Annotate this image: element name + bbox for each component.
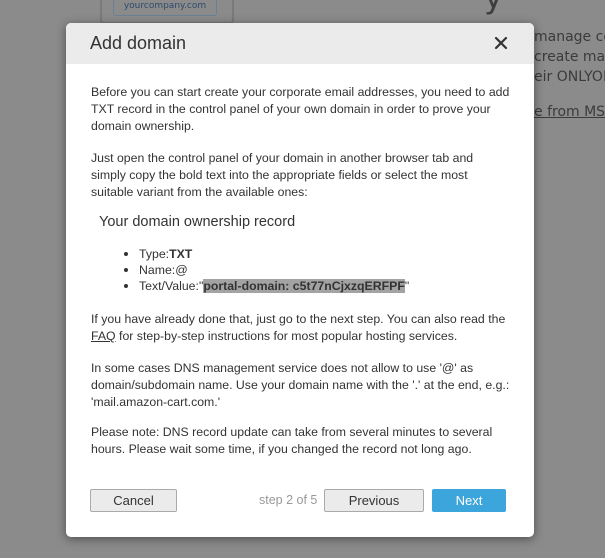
record-list: Type:TXT Name:@ Text/Value: "portal-domai…	[91, 246, 409, 294]
instructions-text: Just open the control panel of your doma…	[91, 151, 474, 199]
record-type-value: TXT	[169, 247, 193, 261]
record-value-item: Text/Value: "portal-domain: c5t77nCjxzqER…	[91, 278, 409, 294]
dialog-title: Add domain	[90, 33, 187, 53]
add-domain-dialog: Add domain Before you can start create y…	[66, 23, 534, 537]
background-text-line: manage cor	[534, 29, 605, 45]
previous-button[interactable]: Previous	[324, 489, 424, 512]
next-step-after: for step-by-step instructions for most p…	[115, 329, 458, 343]
record-type-item: Type:TXT	[91, 246, 409, 262]
record-name-item: Name:@	[91, 262, 409, 278]
close-icon[interactable]	[492, 34, 510, 52]
background-text-line: create ma	[534, 49, 605, 65]
record-value-text[interactable]: portal-domain: c5t77nCjxzqERFPF	[203, 279, 405, 293]
background-text-line: eir ONLYOF	[534, 69, 605, 85]
quote-close: "	[404, 279, 410, 293]
record-value-label: Text/Value:	[139, 279, 199, 293]
faq-link[interactable]: FAQ	[91, 329, 116, 343]
next-step-before: If you have already done that, just go t…	[91, 312, 506, 326]
record-type-label: Type:	[139, 247, 170, 261]
cancel-button[interactable]: Cancel	[90, 489, 177, 512]
company-badge: yourcompany.com	[113, 0, 217, 16]
update-note: Please note: DNS record update can take …	[91, 425, 493, 456]
dialog-header: Add domain	[66, 23, 534, 64]
next-button[interactable]: Next	[432, 489, 506, 512]
step-indicator: step 2 of 5	[259, 493, 318, 507]
record-name-label: Name:	[139, 263, 176, 277]
record-heading: Your domain ownership record	[99, 214, 296, 230]
dns-note: In some cases DNS management service doe…	[91, 361, 510, 409]
background-link: e from MS	[534, 104, 605, 120]
next-step-text: If you have already done that, just go t…	[91, 311, 511, 345]
intro-text: Before you can start create your corpora…	[91, 85, 510, 133]
background-heading: y	[484, 0, 503, 16]
record-name-value: @	[175, 263, 188, 277]
